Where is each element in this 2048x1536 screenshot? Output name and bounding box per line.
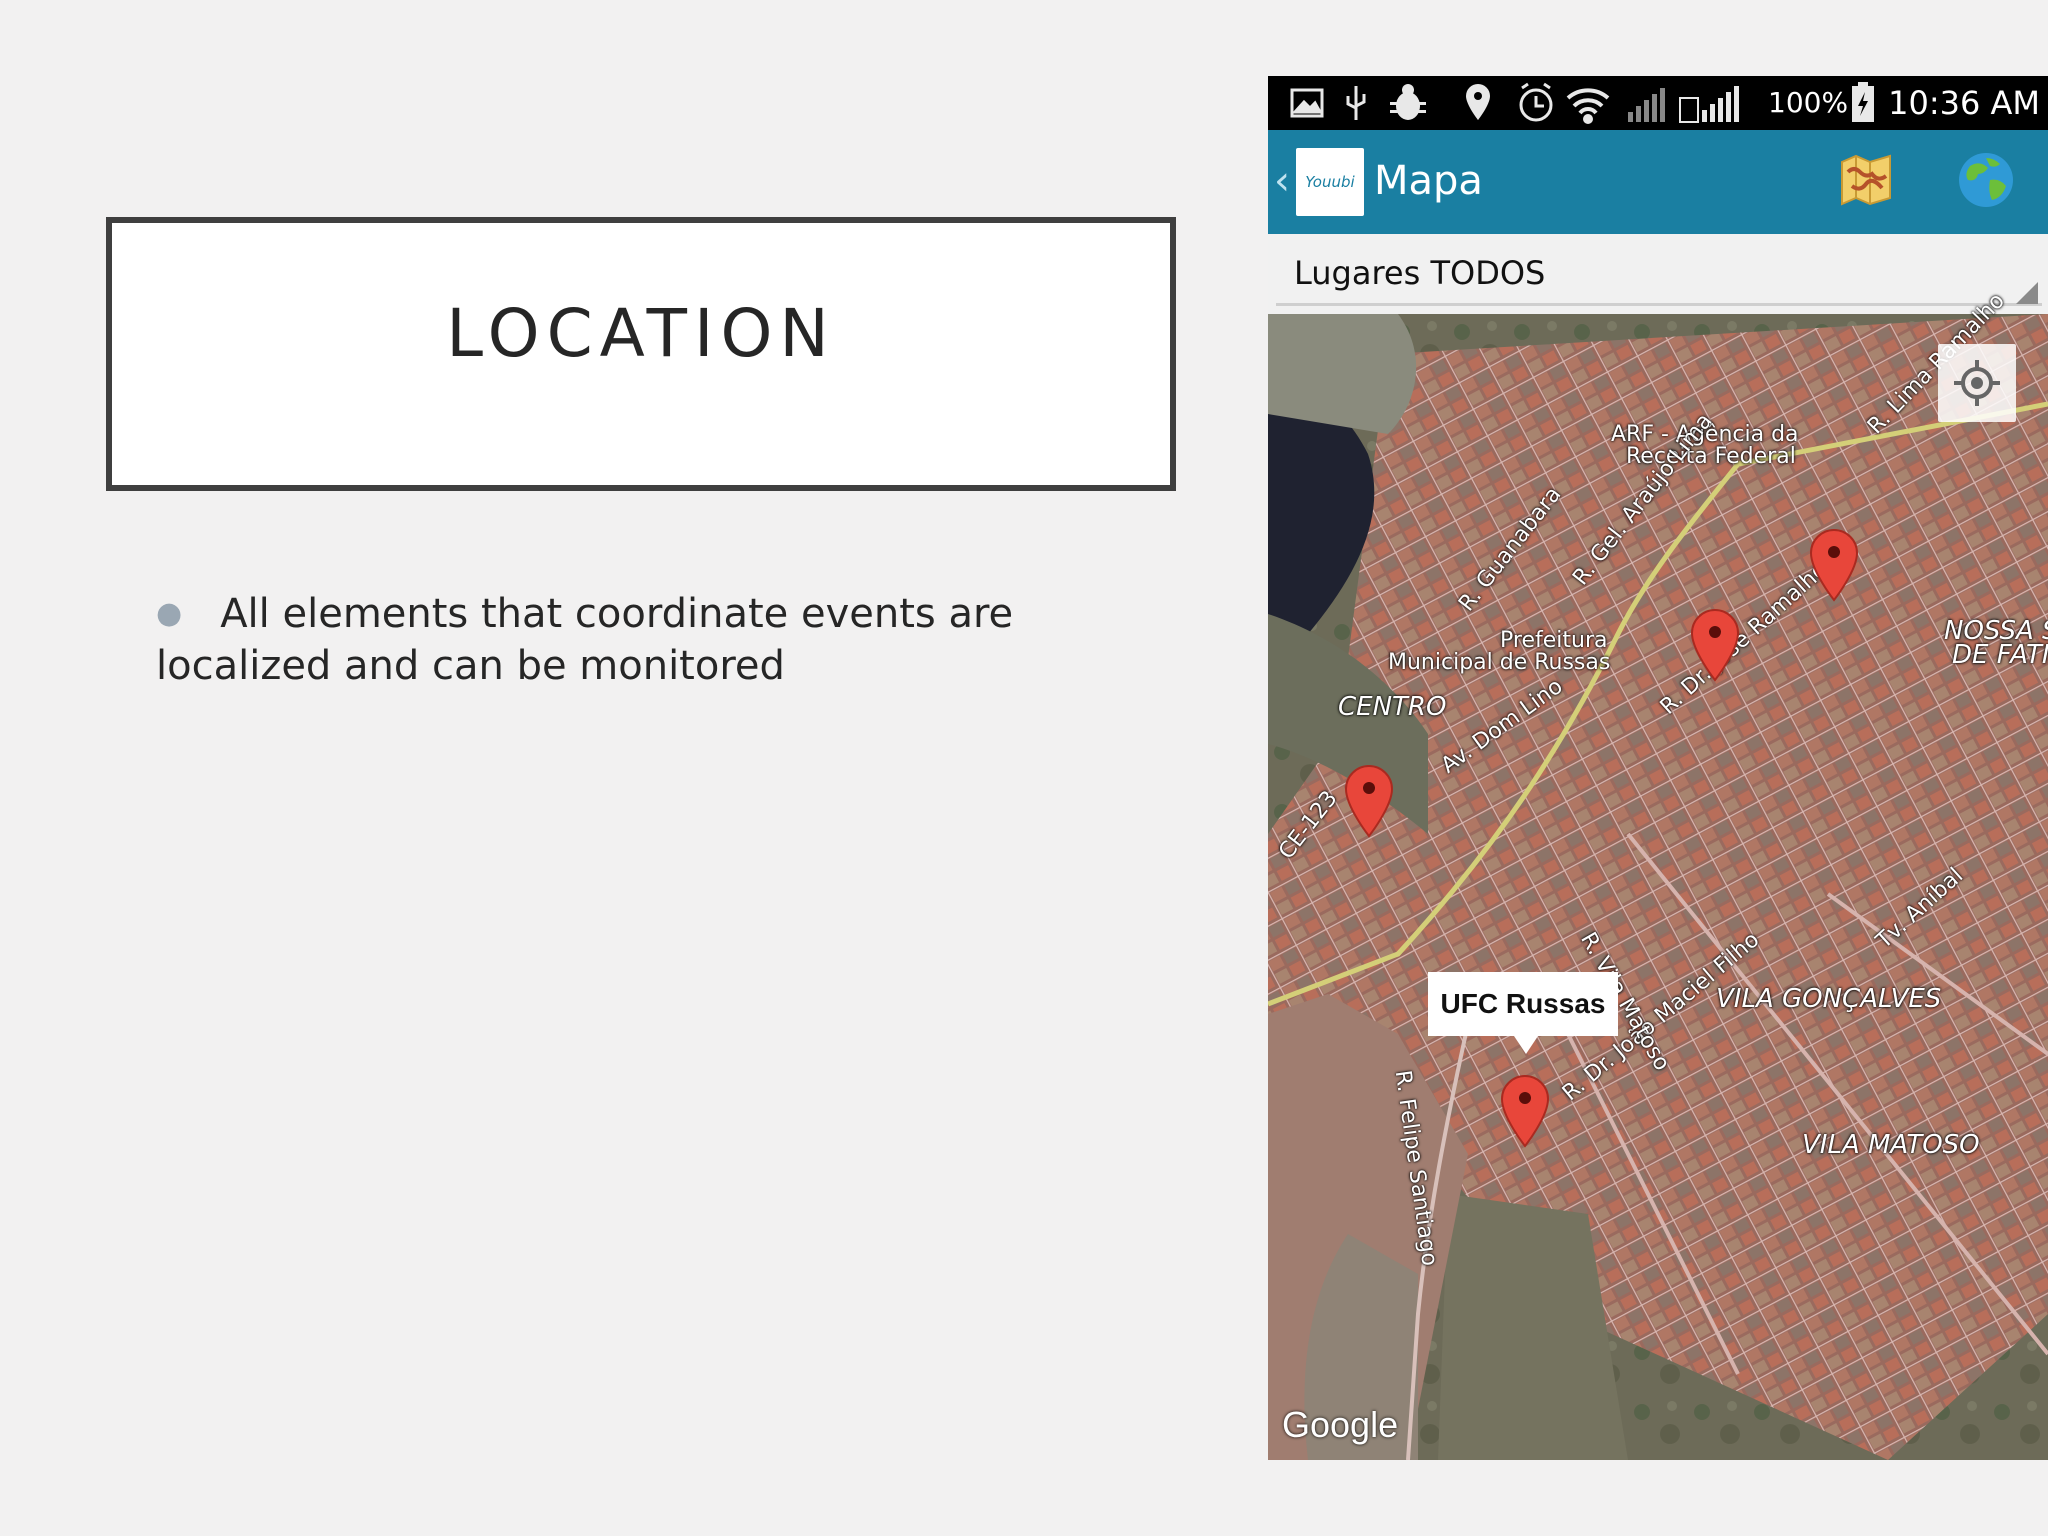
google-logo: Google <box>1282 1404 1399 1445</box>
crosshair-icon <box>1954 360 2000 406</box>
bug-icon <box>1390 84 1426 120</box>
info-window-tail <box>1514 1036 1538 1054</box>
map-marker-icon[interactable] <box>1809 528 1859 602</box>
bullet-item: ● All elements that coordinate events are… <box>156 588 1136 692</box>
map-label: Municipal de Russas <box>1388 650 1611 675</box>
dropdown-underline <box>1276 303 2042 306</box>
battery-percent: 100% <box>1768 86 1849 119</box>
map-label: VILA GONÇALVES <box>1716 984 1942 1014</box>
app-logo[interactable]: Youubi <box>1296 148 1364 216</box>
map-marker-icon[interactable] <box>1500 1074 1550 1148</box>
my-location-button[interactable] <box>1938 344 2016 422</box>
location-icon <box>1466 84 1490 120</box>
map-view[interactable]: ARF - Agência da Receita Federal Prefeit… <box>1268 288 2048 1460</box>
marker-info-window[interactable]: UFC Russas <box>1428 972 1618 1036</box>
status-icons <box>1290 82 1739 124</box>
image-icon <box>1290 88 1324 118</box>
map-icon[interactable] <box>1836 150 1896 210</box>
places-filter-dropdown[interactable]: Lugares TODOS <box>1268 234 2048 314</box>
signal-1-icon <box>1628 88 1665 122</box>
alarm-icon <box>1519 82 1553 122</box>
app-title: Mapa <box>1374 158 1483 204</box>
bullet-list: ● All elements that coordinate events are… <box>156 588 1136 692</box>
globe-icon[interactable] <box>1956 150 2016 210</box>
back-chevron-icon[interactable]: ‹ <box>1274 158 1290 204</box>
phone-screenshot: 100% 10:36 AM ‹ Youubi Mapa Lugares TODO… <box>1268 76 2048 1460</box>
app-bar: ‹ Youubi Mapa <box>1268 130 2048 234</box>
usb-icon <box>1346 86 1366 120</box>
map-marker-icon[interactable] <box>1344 764 1394 838</box>
battery-charging-icon <box>1852 82 1874 122</box>
slide-title-box: LOCATION <box>106 217 1176 491</box>
status-bar: 100% 10:36 AM <box>1268 76 2048 130</box>
clock: 10:36 AM <box>1888 84 2040 122</box>
dropdown-arrow-icon <box>2016 282 2038 304</box>
slide-title: LOCATION <box>446 295 836 372</box>
map-marker-icon[interactable] <box>1690 608 1740 682</box>
wifi-icon <box>1566 88 1610 124</box>
dropdown-selected: Lugares TODOS <box>1294 254 1546 292</box>
map-label: Receita Federal <box>1626 444 1796 469</box>
signal-2-icon <box>1679 86 1739 123</box>
map-label: DE FATI <box>1952 640 2048 670</box>
bullet-dot-icon: ● <box>156 596 183 631</box>
map-label: VILA MATOSO <box>1802 1130 1980 1160</box>
map-label: CENTRO <box>1338 692 1447 722</box>
bullet-text: All elements that coordinate events are … <box>156 591 1014 689</box>
